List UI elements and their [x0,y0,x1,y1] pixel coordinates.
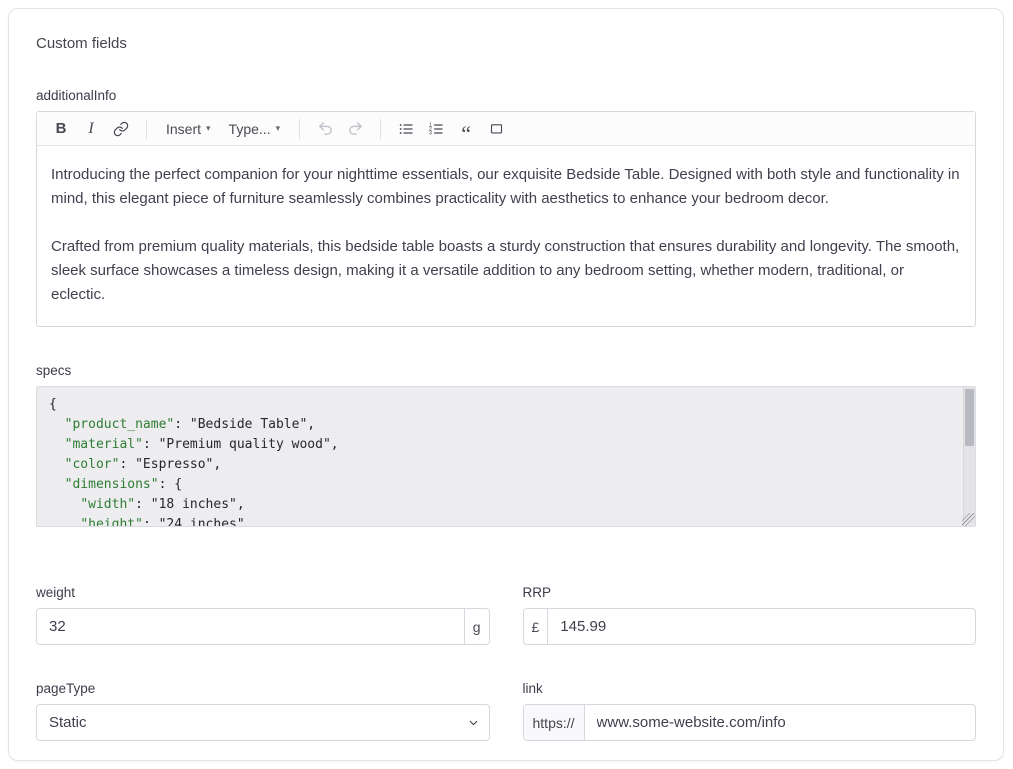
weight-input[interactable] [37,609,464,644]
type-dropdown-label: Type... [229,121,271,137]
code-line: "height": "24 inches", [49,515,961,527]
insert-dropdown[interactable]: Insert ▾ [158,116,219,142]
link-protocol-prefix: https:// [524,705,585,740]
image-button[interactable] [482,116,510,142]
field-specs: specs { "product_name": "Bedside Table",… [36,363,976,527]
weight-unit-suffix: g [464,609,489,644]
field-weight: weight g [36,585,490,645]
redo-button[interactable] [341,116,369,142]
ordered-list-icon: 123 [428,121,444,137]
italic-button[interactable]: I [77,116,105,142]
code-line: "product_name": "Bedside Table", [49,415,961,435]
blockquote-button[interactable]: “ [452,116,480,142]
blockquote-icon: “ [461,129,471,139]
field-page-type: pageType Static [36,681,490,741]
bullet-list-icon [398,121,414,137]
toolbar-separator [299,119,300,139]
rich-text-editor: B I Insert ▾ Type... ▾ [36,111,976,327]
specs-label: specs [36,363,976,378]
link-button[interactable] [107,116,135,142]
rte-toolbar: B I Insert ▾ Type... ▾ [37,112,975,146]
image-placeholder-icon [489,121,504,136]
rte-content-area[interactable]: Introducing the perfect companion for yo… [37,146,975,326]
svg-text:3: 3 [429,130,432,136]
vertical-scrollbar[interactable] [963,387,975,526]
link-input[interactable] [585,705,975,740]
code-line: "width": "18 inches", [49,495,961,515]
scrollbar-thumb[interactable] [965,389,974,446]
json-code-editor[interactable]: { "product_name": "Bedside Table", "mate… [36,386,976,527]
panel-title: Custom fields [36,35,976,52]
type-dropdown[interactable]: Type... ▾ [221,116,289,142]
chevron-down-icon: ▾ [206,123,211,134]
rte-paragraph: Crafted from premium quality materials, … [51,235,961,307]
page-type-select[interactable]: Static [36,704,490,741]
link-input-group: https:// [523,704,977,741]
code-line: { [49,395,961,415]
resize-handle[interactable] [962,513,975,526]
bold-button[interactable]: B [47,116,75,142]
fields-row-weight-rrp: weight g RRP £ [36,585,976,645]
code-line: "dimensions": { [49,475,961,495]
ordered-list-button[interactable]: 123 [422,116,450,142]
fields-row-pagetype-link: pageType Static link https:// [36,681,976,741]
rrp-input-group: £ [523,608,977,645]
toolbar-separator [146,119,147,139]
undo-icon [317,120,334,137]
page-type-label: pageType [36,681,490,696]
field-link: link https:// [523,681,977,741]
rrp-input[interactable] [548,609,975,644]
code-line: "color": "Espresso", [49,455,961,475]
rrp-currency-prefix: £ [524,609,549,644]
insert-dropdown-label: Insert [166,121,201,137]
field-additional-info: additionalInfo B I Insert ▾ Type... ▾ [36,88,976,327]
weight-label: weight [36,585,490,600]
weight-input-group: g [36,608,490,645]
bullet-list-button[interactable] [392,116,420,142]
chevron-down-icon: ▾ [276,123,281,134]
field-rrp: RRP £ [523,585,977,645]
code-line: "material": "Premium quality wood", [49,435,961,455]
rrp-label: RRP [523,585,977,600]
additional-info-label: additionalInfo [36,88,976,103]
page-type-select-wrap: Static [36,704,490,741]
link-label: link [523,681,977,696]
toolbar-separator [380,119,381,139]
link-icon [113,121,129,137]
redo-icon [347,120,364,137]
custom-fields-panel: Custom fields additionalInfo B I Insert … [8,8,1004,761]
undo-button[interactable] [311,116,339,142]
rte-paragraph: Introducing the perfect companion for yo… [51,163,961,211]
